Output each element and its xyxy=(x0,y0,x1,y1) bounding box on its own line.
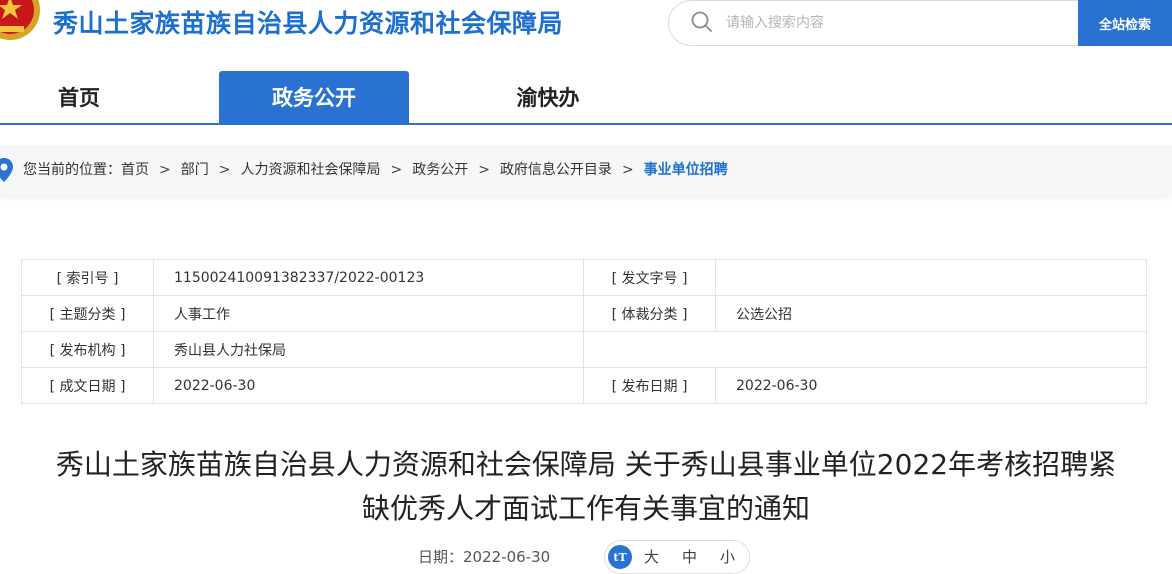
index-label: [ 索引号 ] xyxy=(21,259,154,296)
breadcrumb-item-home[interactable]: 首页 xyxy=(121,145,149,195)
publisher-label: [ 发布机构 ] xyxy=(21,331,154,368)
breadcrumb-separator: > xyxy=(159,162,171,178)
breadcrumb-bar: 您当前的位置： 首页 > 部门 > 人力资源和社会保障局 > 政务公开 > 政府… xyxy=(0,145,1172,195)
empty-cell xyxy=(583,331,1147,368)
table-row: [ 索引号 ] 115002410091382337/2022-00123 [ … xyxy=(21,259,1147,296)
search-icon xyxy=(691,11,712,32)
doc-number-value xyxy=(715,259,1147,296)
font-medium-button[interactable]: 中 xyxy=(682,546,697,567)
breadcrumb-prefix: 您当前的位置： xyxy=(23,162,121,178)
breadcrumb-separator: > xyxy=(478,162,490,178)
search-input[interactable] xyxy=(724,8,1058,38)
breadcrumb-item-hr-bureau[interactable]: 人力资源和社会保障局 xyxy=(240,145,380,195)
site-title[interactable]: 秀山土家族苗族自治县人力资源和社会保障局 xyxy=(53,4,563,44)
table-row: [ 主题分类 ] 人事工作 [ 体裁分类 ] 公选公招 xyxy=(21,295,1147,332)
breadcrumb-item-gov-affairs[interactable]: 政务公开 xyxy=(412,145,468,195)
breadcrumb-separator: > xyxy=(390,162,403,178)
nav-divider xyxy=(0,123,1172,125)
font-small-button[interactable]: 小 xyxy=(720,546,735,567)
table-row: [ 成文日期 ] 2022-06-30 [ 发布日期 ] 2022-06-30 xyxy=(21,367,1147,404)
breadcrumb-item-current[interactable]: 事业单位招聘 xyxy=(644,145,728,195)
doc-number-label: [ 发文字号 ] xyxy=(583,259,716,296)
index-value: 115002410091382337/2022-00123 xyxy=(153,259,584,296)
published-date-label: [ 发布日期 ] xyxy=(583,367,716,404)
breadcrumb-separator: > xyxy=(218,162,231,178)
nav-yukuaiban[interactable]: 渝快办 xyxy=(494,71,602,123)
table-row: [ 发布机构 ] 秀山县人力社保局 xyxy=(21,331,1147,368)
breadcrumb-item-info-catalog[interactable]: 政府信息公开目录 xyxy=(500,145,612,195)
article-title: 秀山土家族苗族自治县人力资源和社会保障局 关于秀山县事业单位2022年考核招聘紧… xyxy=(10,443,1162,531)
nav-home[interactable]: 首页 xyxy=(28,71,130,123)
article-title-line-2: 缺优秀人才面试工作有关事宜的通知 xyxy=(361,492,810,525)
article-date: 日期：2022-06-30 xyxy=(418,548,551,566)
genre-label: [ 体裁分类 ] xyxy=(583,295,716,332)
nav-government-affairs[interactable]: 政务公开 xyxy=(219,71,409,123)
published-date-value: 2022-06-30 xyxy=(715,367,1147,404)
location-pin-icon xyxy=(0,158,13,182)
document-meta-table: [ 索引号 ] 115002410091382337/2022-00123 [ … xyxy=(21,259,1147,404)
publisher-value: 秀山县人力社保局 xyxy=(153,331,584,368)
topic-label: [ 主题分类 ] xyxy=(21,295,154,332)
article-title-line-1: 秀山土家族苗族自治县人力资源和社会保障局 关于秀山县事业单位2022年考核招聘紧 xyxy=(55,448,1117,481)
site-search-button[interactable]: 全站检索 xyxy=(1078,0,1172,46)
font-size-icon: tT xyxy=(608,545,632,569)
font-large-button[interactable]: 大 xyxy=(644,546,659,567)
genre-value: 公选公招 xyxy=(715,295,1147,332)
breadcrumb-item-department[interactable]: 部门 xyxy=(181,145,209,195)
breadcrumb: 您当前的位置： 首页 > 部门 > 人力资源和社会保障局 > 政务公开 > 政府… xyxy=(23,145,728,195)
created-date-label: [ 成文日期 ] xyxy=(21,367,154,404)
breadcrumb-separator: > xyxy=(621,162,634,178)
national-emblem-icon xyxy=(0,0,40,40)
topic-value: 人事工作 xyxy=(153,295,584,332)
created-date-value: 2022-06-30 xyxy=(153,367,584,404)
